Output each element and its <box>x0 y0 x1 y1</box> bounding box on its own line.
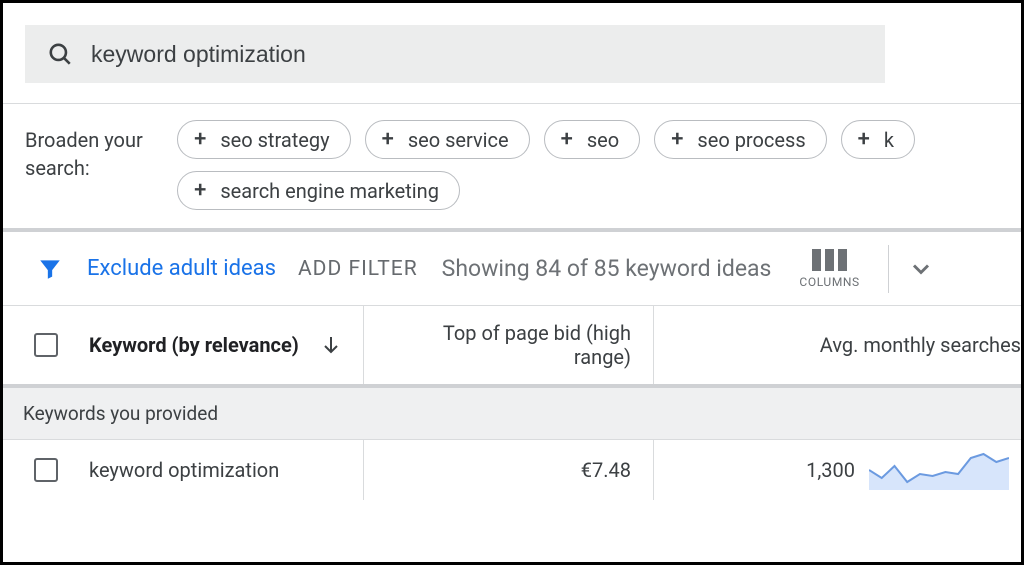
row-checkbox[interactable] <box>34 458 58 482</box>
search-bar[interactable] <box>25 25 885 83</box>
plus-icon: + <box>671 127 683 152</box>
broaden-chip[interactable]: + search engine marketing <box>177 171 460 210</box>
col-searches[interactable]: Avg. monthly searches <box>654 306 1021 384</box>
add-filter-button[interactable]: ADD FILTER <box>298 257 418 281</box>
chip-label: seo strategy <box>220 128 329 152</box>
col-searches-label: Avg. monthly searches <box>820 333 1021 357</box>
chip-label: seo service <box>408 128 509 152</box>
broaden-section: Broaden your search: + seo strategy + seo … <box>3 104 1021 228</box>
columns-icon <box>812 249 847 271</box>
search-icon <box>47 41 73 67</box>
sort-down-icon <box>319 333 343 357</box>
plus-icon: + <box>858 127 870 152</box>
plus-icon: + <box>194 178 206 203</box>
columns-label: COLUMNS <box>799 275 859 289</box>
plus-icon: + <box>194 127 206 152</box>
broaden-chip[interactable]: +k <box>841 120 915 159</box>
broaden-chip[interactable]: + seo strategy <box>177 120 351 159</box>
chip-label: seo process <box>697 128 805 152</box>
section-keywords-provided: Keywords you provided <box>3 388 1021 440</box>
select-all-checkbox[interactable] <box>34 333 58 357</box>
broaden-label: Broaden your search: <box>25 120 159 182</box>
columns-button[interactable]: COLUMNS <box>799 249 859 289</box>
col-bid[interactable]: Top of page bid (high range) <box>364 306 654 384</box>
divider <box>888 245 889 293</box>
filter-toolbar: Exclude adult ideas ADD FILTER Showing 8… <box>3 228 1021 306</box>
broaden-chip[interactable]: + seo service <box>365 120 530 159</box>
exclude-filter-chip[interactable]: Exclude adult ideas <box>87 256 276 281</box>
col-keyword[interactable]: Keyword (by relevance) <box>89 306 364 384</box>
chevron-down-icon[interactable] <box>907 255 935 283</box>
funnel-icon[interactable] <box>37 256 63 282</box>
chip-label: k <box>884 128 894 152</box>
table-row: keyword optimization €7.48 1,300 <box>3 440 1021 500</box>
broaden-chip[interactable]: + seo <box>544 120 641 159</box>
col-bid-label: Top of page bid (high range) <box>386 321 631 369</box>
col-keyword-label: Keyword (by relevance) <box>89 333 299 357</box>
sparkline <box>869 450 1009 490</box>
search-input[interactable] <box>89 40 863 69</box>
broaden-chip[interactable]: + seo process <box>654 120 826 159</box>
cell-keyword: keyword optimization <box>89 458 279 482</box>
plus-icon: + <box>561 127 573 152</box>
plus-icon: + <box>382 127 394 152</box>
showing-count: Showing 84 of 85 keyword ideas <box>442 255 772 282</box>
table-header: Keyword (by relevance) Top of page bid (… <box>3 306 1021 388</box>
cell-bid: €7.48 <box>581 458 631 482</box>
cell-searches: 1,300 <box>806 458 855 482</box>
chip-label: search engine marketing <box>220 179 439 203</box>
chip-label: seo <box>587 128 619 152</box>
